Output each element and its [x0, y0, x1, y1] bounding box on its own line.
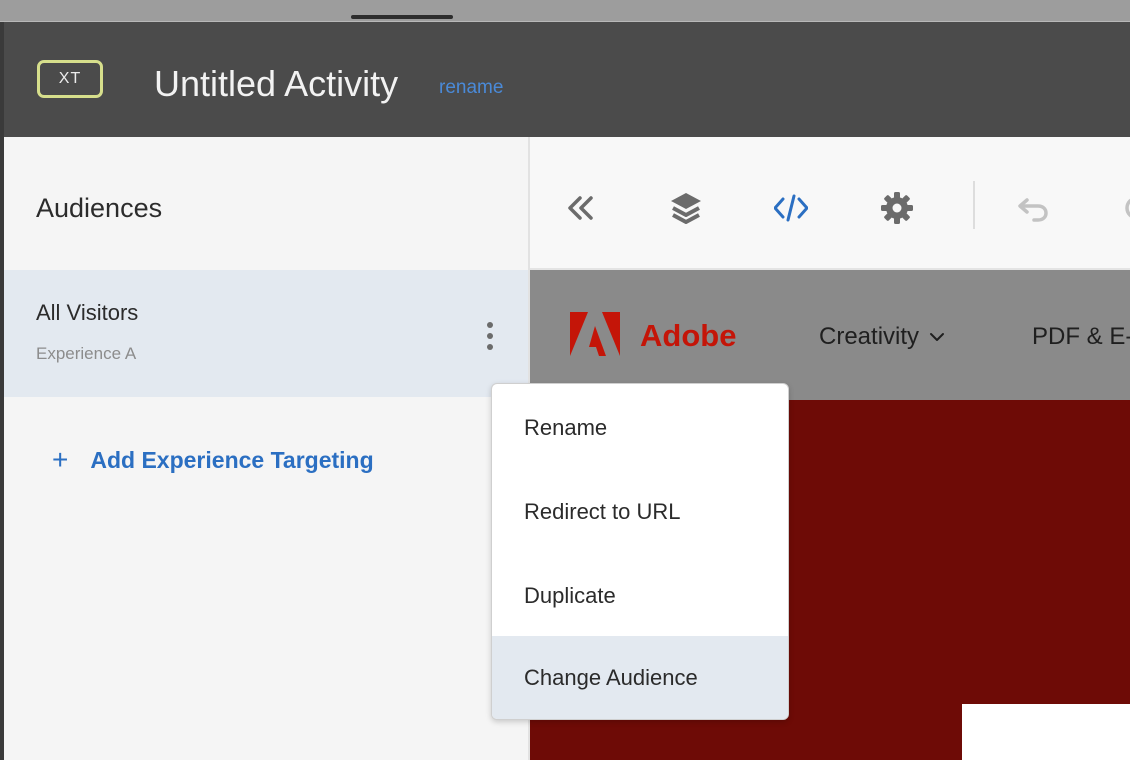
audiences-heading: Audiences	[36, 193, 163, 223]
add-experience-targeting-button[interactable]: + Add Experience Targeting	[52, 445, 374, 475]
editor-toolbar	[530, 137, 1130, 270]
adobe-brand-text[interactable]: Adobe	[640, 318, 736, 354]
activity-header: XT Untitled Activity rename	[4, 22, 1130, 137]
audiences-sidebar: Audiences All Visitors Experience A + Ad…	[4, 137, 528, 760]
menu-item-change-audience[interactable]: Change Audience	[492, 636, 788, 719]
menu-item-rename[interactable]: Rename	[492, 386, 788, 470]
nav-pdf-menu[interactable]: PDF & E-	[1032, 322, 1130, 352]
audience-name: All Visitors	[36, 300, 139, 325]
experience-name: Experience A	[36, 344, 137, 363]
activity-type-badge: XT	[37, 60, 103, 98]
collapse-icon[interactable]	[563, 191, 597, 225]
window-chrome-bar	[0, 0, 1130, 22]
plus-icon: +	[52, 444, 69, 475]
adobe-logo-icon[interactable]	[570, 312, 620, 356]
nav-creativity-label: Creativity	[819, 323, 920, 350]
chevron-down-icon	[930, 333, 945, 341]
menu-item-redirect-to-url[interactable]: Redirect to URL	[492, 470, 788, 554]
audience-row-all-visitors[interactable]: All Visitors Experience A	[4, 270, 528, 397]
window-drag-handle[interactable]	[351, 15, 453, 19]
more-vertical-icon[interactable]	[479, 321, 501, 351]
add-experience-targeting-label: Add Experience Targeting	[90, 447, 374, 473]
layers-icon[interactable]	[669, 191, 703, 225]
menu-item-duplicate[interactable]: Duplicate	[492, 554, 788, 638]
experience-context-menu: Rename Redirect to URL Duplicate Change …	[491, 383, 789, 720]
settings-gear-icon[interactable]	[880, 191, 914, 225]
code-icon[interactable]	[774, 191, 808, 225]
nav-creativity-menu[interactable]: Creativity	[819, 322, 945, 352]
undo-icon[interactable]	[1016, 191, 1050, 225]
preview-white-block	[962, 704, 1130, 760]
rename-link[interactable]: rename	[439, 76, 503, 100]
adobe-site-nav: Adobe Creativity PDF & E-	[530, 270, 1130, 400]
redo-icon[interactable]	[1120, 191, 1130, 225]
toolbar-separator	[973, 181, 975, 229]
activity-title: Untitled Activity	[154, 63, 399, 104]
